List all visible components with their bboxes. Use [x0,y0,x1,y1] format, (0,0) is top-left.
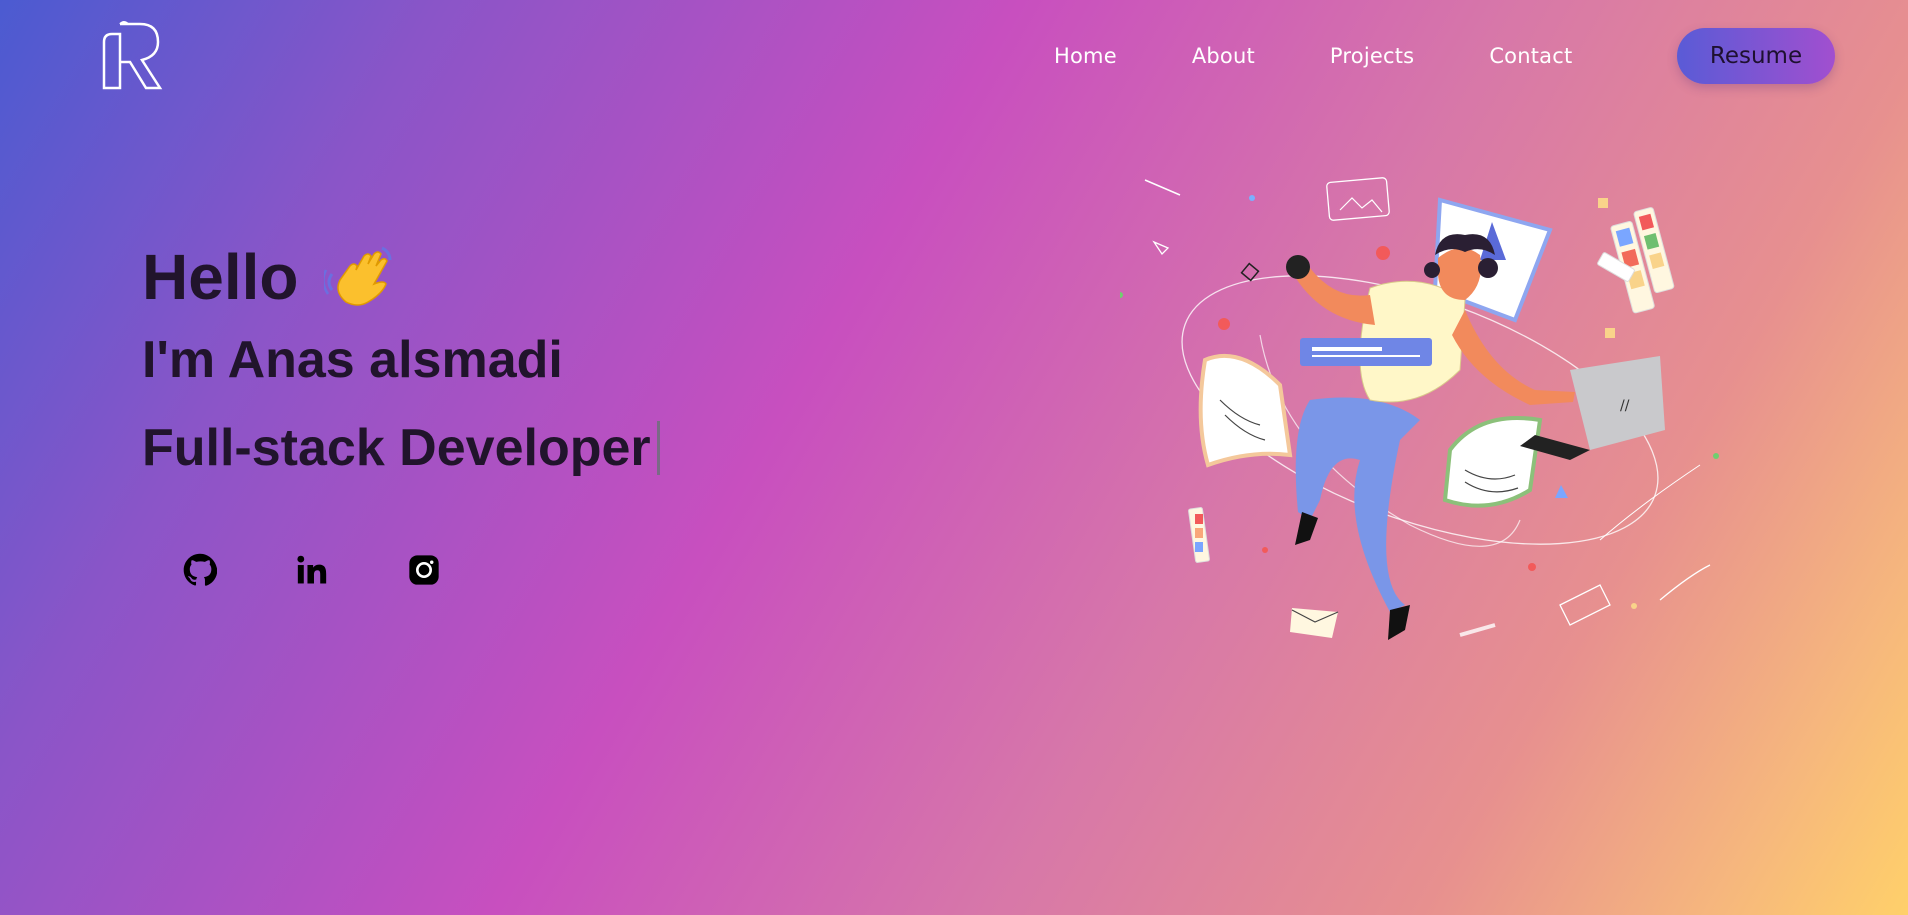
hero-name: I'm Anas alsmadi [142,331,563,389]
developer-illustration: // [1120,177,1719,640]
role-text: Full-stack Developer [142,419,651,477]
social-links [182,552,518,588]
linkedin-link[interactable] [294,552,330,588]
hero-greeting: Hello [142,240,394,314]
nav-projects[interactable]: Projects [1330,44,1414,68]
nav-contact[interactable]: Contact [1489,44,1572,68]
nav-about[interactable]: About [1192,44,1255,68]
hero-role: Full-stack Developer [142,418,660,478]
site-logo[interactable] [100,20,164,92]
greeting-text: Hello [142,241,299,313]
instagram-link[interactable] [406,552,442,588]
linkedin-icon [297,555,327,584]
resume-button[interactable]: Resume [1677,28,1835,84]
svg-text://: // [1620,398,1630,414]
typing-cursor [656,421,660,475]
waving-hand-icon [324,246,392,306]
nav-home[interactable]: Home [1054,44,1117,68]
github-link[interactable] [182,552,218,588]
instagram-icon [409,555,439,585]
main-nav: Home About Projects Contact [1054,44,1572,68]
github-icon [183,553,217,586]
